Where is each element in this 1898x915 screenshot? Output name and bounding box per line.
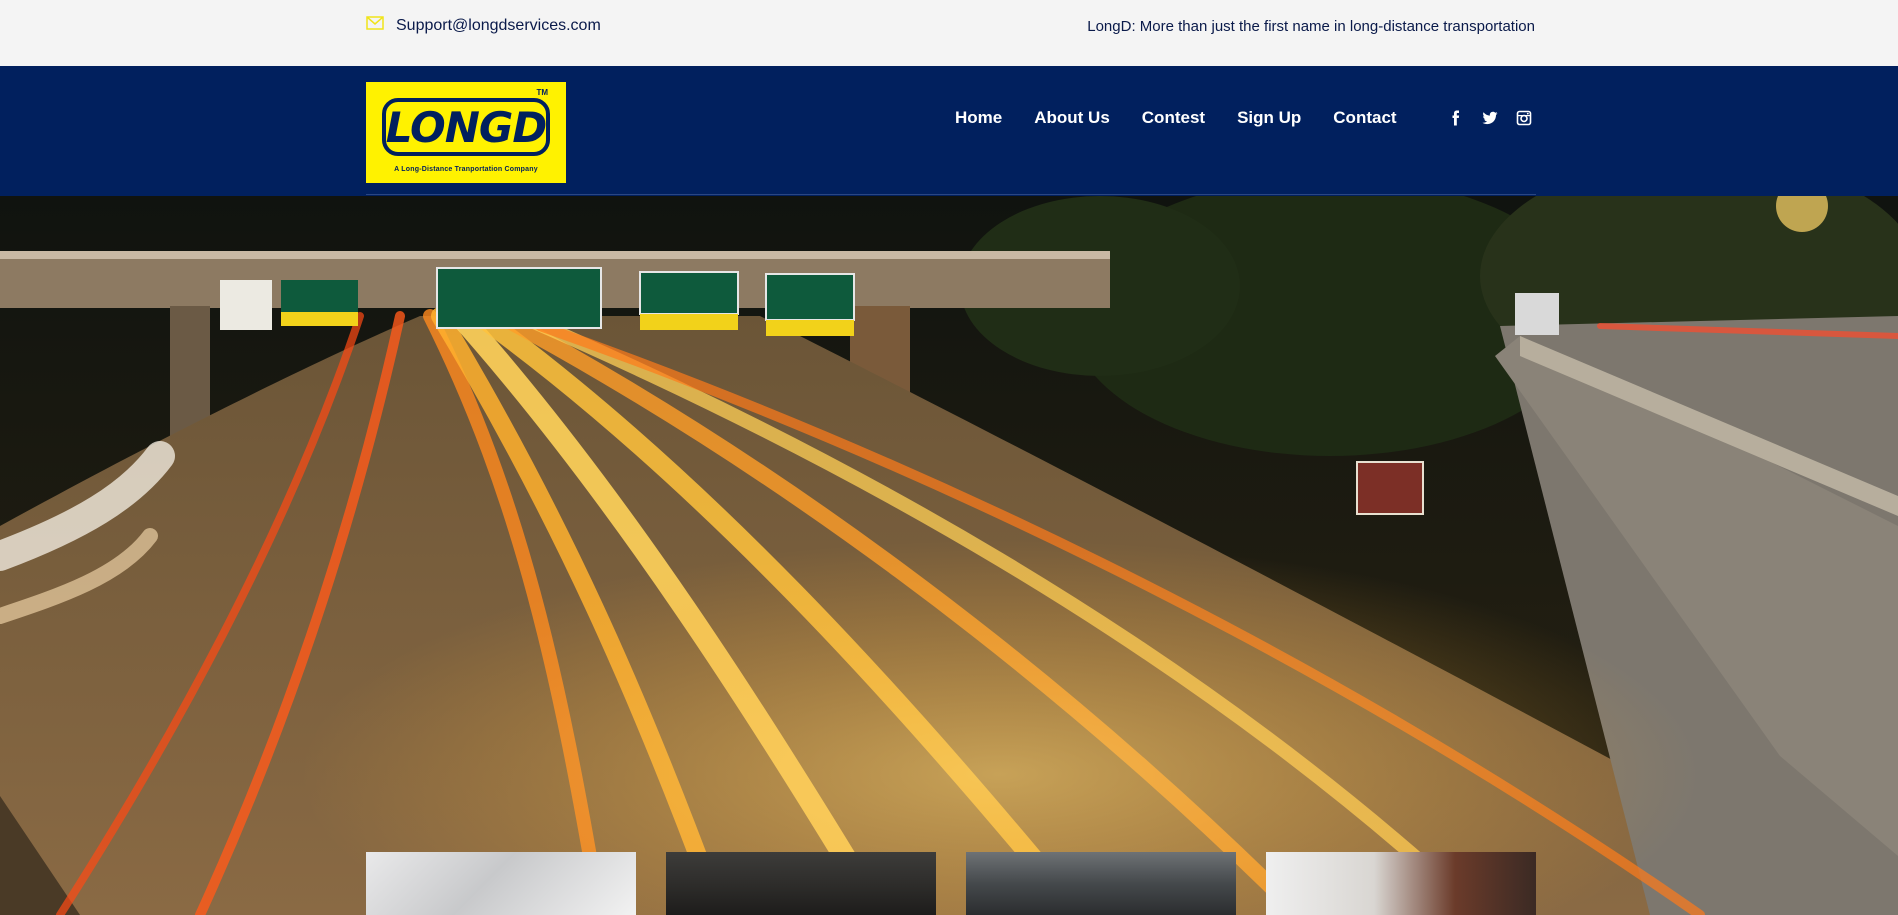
hero-highway-image	[0, 196, 1898, 915]
card-car-interior-image[interactable]	[966, 852, 1236, 915]
instagram-icon[interactable]	[1516, 110, 1532, 126]
logo-wordmark: LONGD	[385, 102, 547, 152]
support-email[interactable]: Support@longdservices.com	[366, 16, 601, 35]
logo-badge: LONGD	[382, 98, 550, 156]
feature-cards	[366, 852, 1536, 915]
site-logo[interactable]: LONGD TM A Long-Distance Tranportation C…	[366, 82, 566, 183]
topbar: Support@longdservices.com LongD: More th…	[0, 0, 1898, 66]
twitter-icon[interactable]	[1482, 110, 1498, 126]
nav-home[interactable]: Home	[955, 108, 1002, 128]
facebook-icon[interactable]	[1448, 110, 1464, 126]
main-nav: Home About Us Contest Sign Up Contact	[955, 108, 1397, 128]
nav-contact[interactable]: Contact	[1333, 108, 1396, 128]
nav-contest[interactable]: Contest	[1142, 108, 1205, 128]
logo-subtitle: A Long-Distance Tranportation Company	[394, 166, 538, 173]
card-documents-image[interactable]	[366, 852, 636, 915]
logo-trademark: TM	[536, 88, 548, 97]
support-email-text[interactable]: Support@longdservices.com	[396, 17, 601, 35]
nav-about-us[interactable]: About Us	[1034, 108, 1110, 128]
header-divider	[366, 194, 1536, 195]
tagline: LongD: More than just the first name in …	[1087, 18, 1535, 35]
nav-sign-up[interactable]: Sign Up	[1237, 108, 1301, 128]
site-header: LONGD TM A Long-Distance Tranportation C…	[0, 66, 1898, 196]
envelope-icon	[366, 16, 384, 35]
hero-banner	[0, 196, 1898, 915]
card-driver-image[interactable]	[666, 852, 936, 915]
social-links	[1448, 110, 1532, 126]
card-office-image[interactable]	[1266, 852, 1536, 915]
